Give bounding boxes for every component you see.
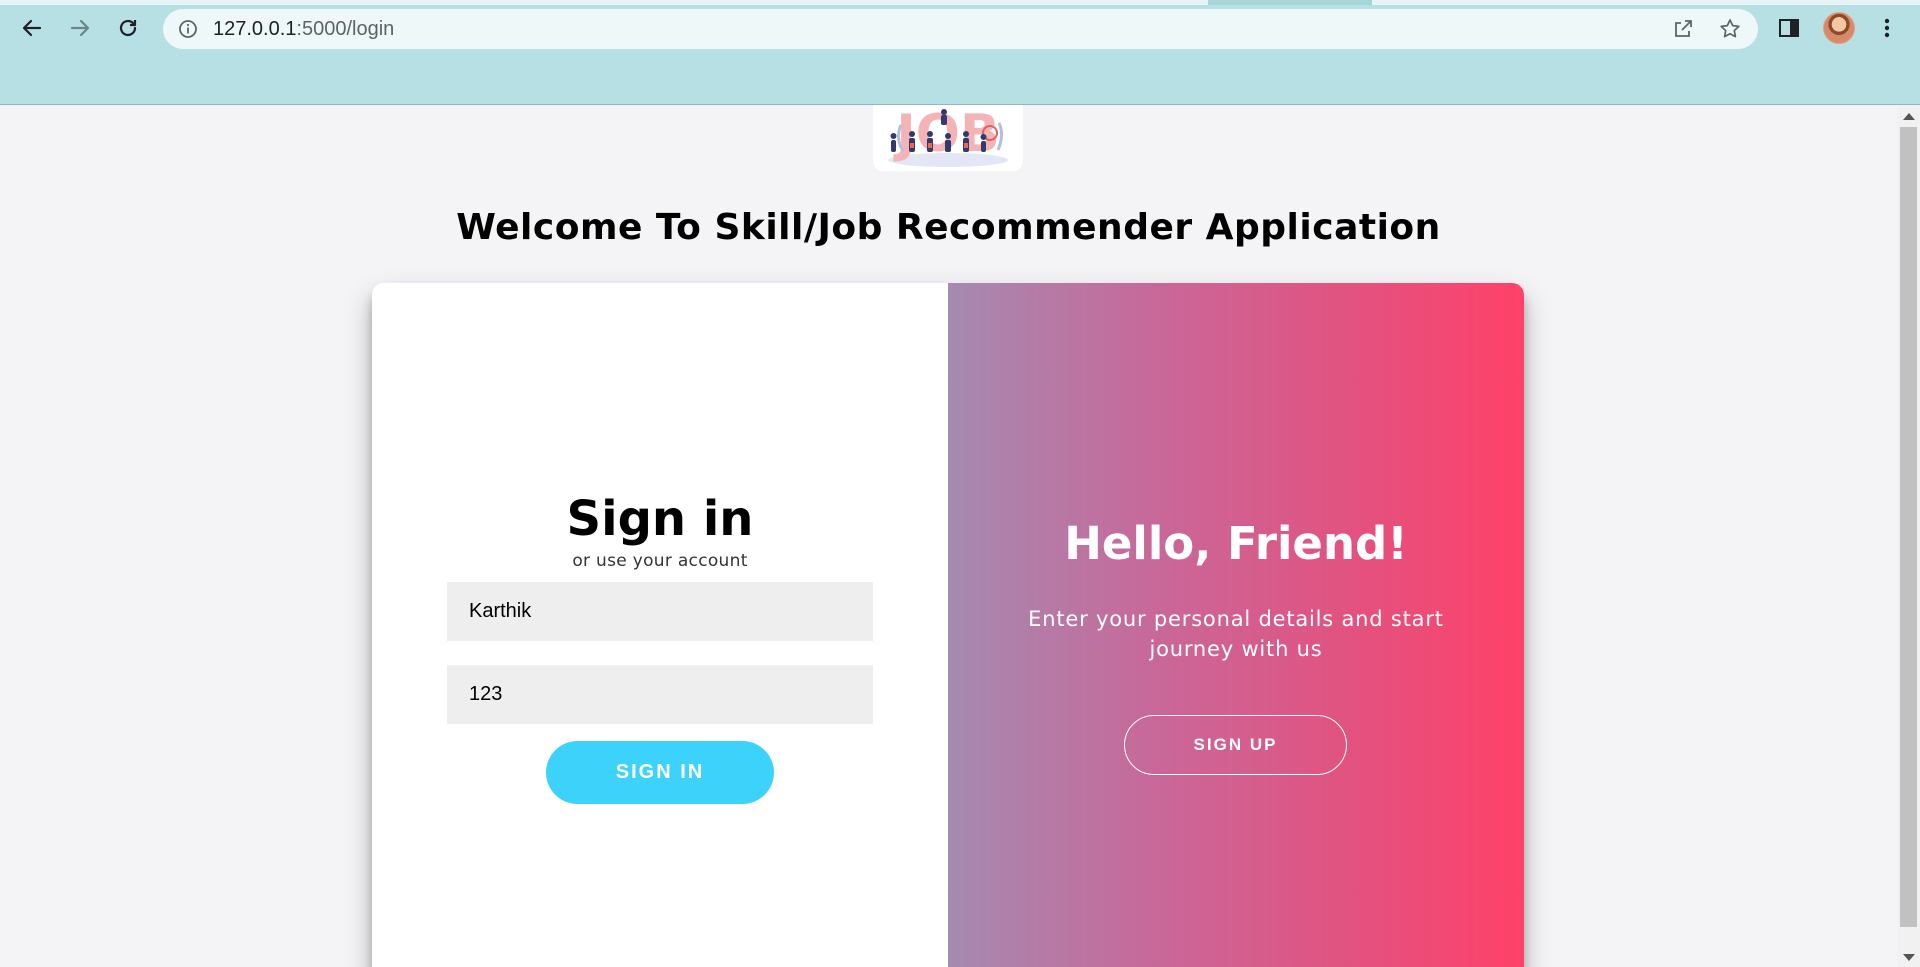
share-icon[interactable] bbox=[1671, 17, 1695, 41]
site-info-icon[interactable] bbox=[178, 19, 198, 39]
profile-avatar[interactable] bbox=[1823, 12, 1855, 44]
bookmark-star-icon[interactable] bbox=[1718, 17, 1742, 41]
welcome-overlay-panel: Hello, Friend! Enter your personal detai… bbox=[948, 283, 1524, 967]
overlay-heading: Hello, Friend! bbox=[1064, 517, 1408, 570]
tab-strip-segment bbox=[0, 0, 1208, 5]
page-viewport: JOB Welcome To Skill/Job Recommender App… bbox=[0, 105, 1897, 967]
url-text[interactable]: 127.0.0.1:5000/login bbox=[213, 18, 394, 40]
sign-up-button[interactable]: SIGN UP bbox=[1124, 715, 1347, 775]
password-input[interactable] bbox=[447, 665, 873, 724]
kebab-menu-icon bbox=[1884, 18, 1890, 38]
page-title: Welcome To Skill/Job Recommender Applica… bbox=[456, 207, 1441, 248]
scroll-down-arrow-icon[interactable] bbox=[1903, 954, 1915, 961]
signin-subtitle: or use your account bbox=[572, 551, 748, 571]
url-path: :5000/login bbox=[296, 18, 395, 40]
address-bar[interactable]: 127.0.0.1:5000/login bbox=[163, 9, 1758, 49]
side-panel-button[interactable] bbox=[1773, 12, 1805, 44]
scroll-up-arrow-icon[interactable] bbox=[1903, 113, 1915, 120]
forward-button[interactable] bbox=[64, 12, 96, 44]
auth-card: Sign in or use your account SIGN IN Hell… bbox=[372, 283, 1524, 967]
browser-toolbar: 127.0.0.1:5000/login bbox=[0, 0, 1920, 105]
job-illustration: JOB bbox=[888, 105, 1008, 167]
back-arrow-icon bbox=[22, 19, 42, 37]
reload-icon bbox=[119, 19, 137, 37]
signin-heading: Sign in bbox=[566, 491, 754, 547]
username-input[interactable] bbox=[447, 582, 873, 641]
job-logo-image: JOB bbox=[873, 105, 1023, 171]
forward-arrow-icon bbox=[70, 19, 90, 37]
menu-button[interactable] bbox=[1871, 12, 1903, 44]
vertical-scrollbar[interactable] bbox=[1897, 105, 1920, 967]
reload-button[interactable] bbox=[112, 12, 144, 44]
scrollbar-thumb[interactable] bbox=[1900, 127, 1917, 927]
overlay-description: Enter your personal details and start jo… bbox=[1028, 607, 1444, 661]
url-host: 127.0.0.1 bbox=[213, 18, 297, 40]
tab-strip bbox=[0, 0, 1920, 5]
side-panel-icon bbox=[1779, 19, 1799, 37]
back-button[interactable] bbox=[16, 12, 48, 44]
tab-strip-segment bbox=[1372, 0, 1920, 5]
signin-panel: Sign in or use your account SIGN IN bbox=[372, 283, 948, 967]
sign-in-button[interactable]: SIGN IN bbox=[546, 741, 774, 804]
